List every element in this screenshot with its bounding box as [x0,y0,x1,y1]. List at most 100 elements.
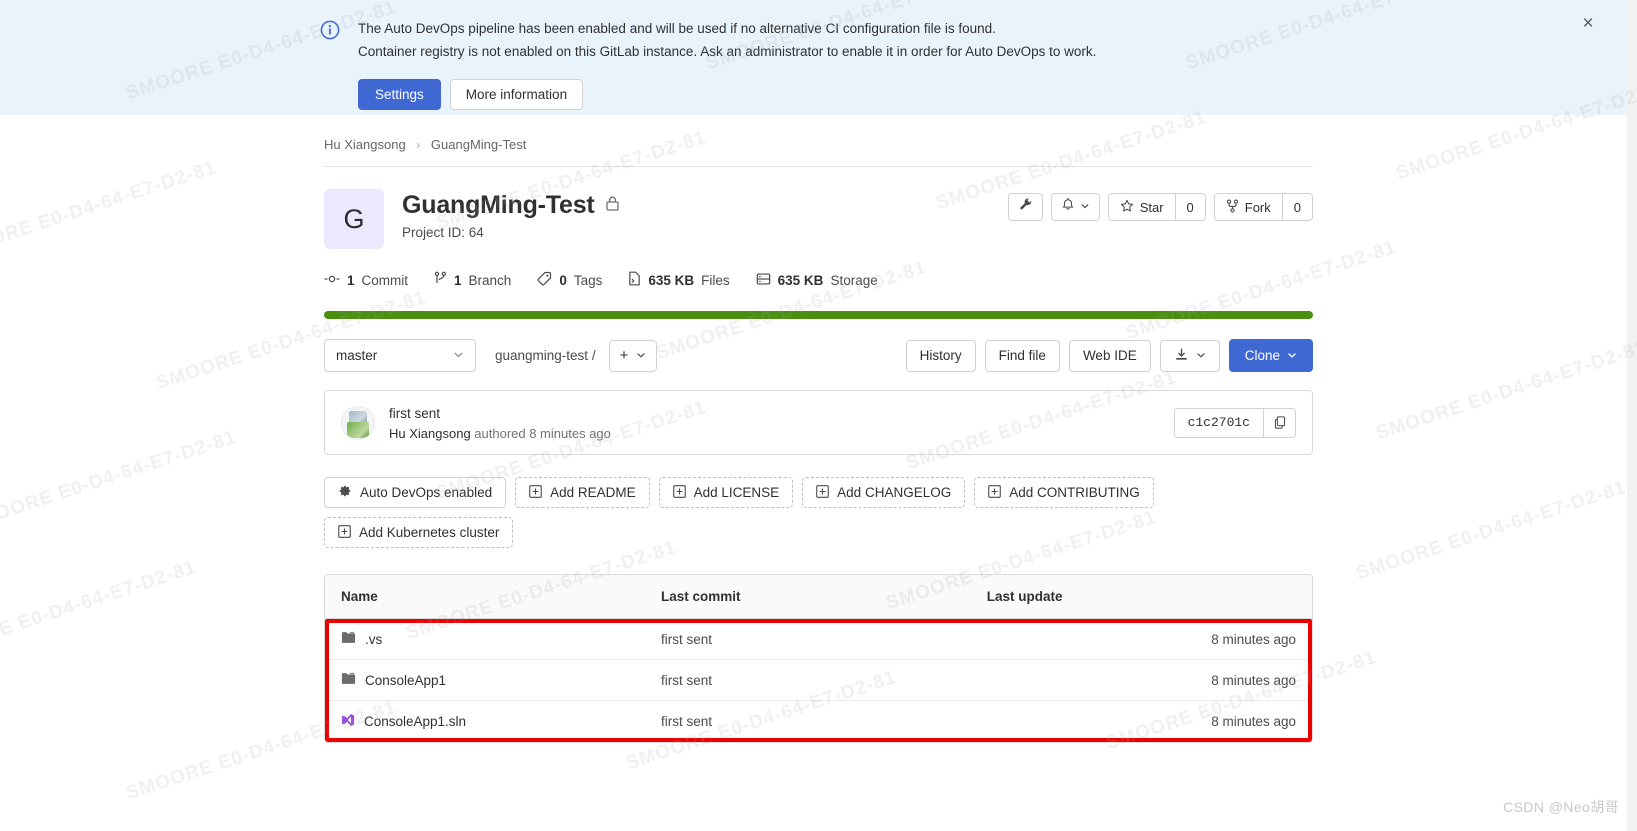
file-last-update: 8 minutes ago [970,659,1312,701]
commit-message[interactable]: first sent [389,404,1174,423]
add-readme-label: Add README [550,485,636,500]
notification-settings-button[interactable] [1050,193,1100,221]
fork-label: Fork [1244,199,1271,215]
more-information-button[interactable]: More information [449,79,584,110]
column-header-last-update: Last update [970,575,1312,619]
column-header-name: Name [325,575,645,619]
file-name-cell[interactable]: ConsoleApp1.sln [325,700,645,742]
add-readme-button[interactable]: Add README [515,477,650,508]
stat-branches-label: Branch [468,272,512,288]
add-changelog-label: Add CHANGELOG [837,485,952,500]
file-last-update: 8 minutes ago [970,618,1312,660]
star-icon [1120,199,1134,216]
table-row[interactable]: .vs first sent 8 minutes ago [325,618,1312,660]
project-settings-button[interactable] [1007,193,1043,221]
lock-icon [605,195,620,217]
project-action-buttons: Star 0 Fork 0 [1007,189,1313,221]
plus-square-icon [816,484,829,501]
commit-timestamp: authored 8 minutes ago [470,426,611,441]
stat-files[interactable]: 635 KB Files [628,271,730,289]
auto-devops-alert: The Auto DevOps pipeline has been enable… [0,0,1637,115]
chevron-down-icon [636,347,646,364]
commit-sha-group: c1c2701c [1173,407,1296,438]
project-header: G GuangMing-Test Project ID: 64 Star 0 F… [324,167,1313,249]
star-button[interactable]: Star [1109,194,1175,220]
language-bar[interactable] [324,311,1313,319]
project-avatar: G [324,189,384,249]
file-icon [628,271,641,289]
branch-selector[interactable]: master [324,339,476,372]
breadcrumb-project[interactable]: GuangMing-Test [431,137,526,152]
add-contributing-button[interactable]: Add CONTRIBUTING [974,477,1154,508]
clone-button[interactable]: Clone [1228,339,1313,372]
breadcrumb: Hu Xiangsong › GuangMing-Test [324,137,1313,167]
folder-icon [341,672,356,688]
plus-square-icon [672,484,686,501]
add-kubernetes-label: Add Kubernetes cluster [359,525,500,540]
stat-commits-value: 1 [347,272,355,288]
close-icon[interactable]: × [1577,14,1599,36]
stat-tags-value: 0 [559,272,567,288]
gear-icon [338,484,352,501]
stat-storage-value: 635 KB [777,272,824,288]
clone-label: Clone [1244,348,1280,363]
repo-path-root[interactable]: guangming-test [495,348,588,363]
stat-tags[interactable]: 0 Tags [537,271,602,289]
column-header-last-commit: Last commit [645,575,971,619]
storage-icon [756,272,771,289]
add-license-label: Add LICENSE [693,485,780,500]
visual-studio-solution-icon [341,713,355,730]
table-row[interactable]: ConsoleApp1 first sent 8 minutes ago [325,659,1312,701]
page-title: GuangMing-Test [402,191,595,219]
file-last-commit[interactable]: first sent [645,618,971,660]
fork-count[interactable]: 0 [1281,194,1312,220]
commit-sha[interactable]: c1c2701c [1174,408,1263,437]
fork-button[interactable]: Fork [1215,194,1282,220]
add-contributing-label: Add CONTRIBUTING [1009,485,1140,500]
file-name-cell[interactable]: .vs [325,618,645,660]
alert-line-1: The Auto DevOps pipeline has been enable… [358,21,996,36]
info-circle-icon [320,20,340,40]
file-last-commit[interactable]: first sent [645,700,971,742]
file-name-cell[interactable]: ConsoleApp1 [325,659,645,701]
file-last-commit[interactable]: first sent [645,659,971,701]
add-license-button[interactable]: Add LICENSE [658,477,794,508]
star-label: Star [1139,199,1164,215]
star-count[interactable]: 0 [1174,194,1205,220]
stat-branches[interactable]: 1 Branch [434,271,511,289]
auto-devops-enabled-button[interactable]: Auto DevOps enabled [324,477,507,508]
stat-storage-label: Storage [830,272,878,288]
fork-icon [1226,199,1239,216]
file-name-label: ConsoleApp1 [365,672,447,688]
chevron-down-icon [1196,348,1206,363]
wrench-icon [1018,197,1033,217]
avatar [341,405,375,440]
table-row[interactable]: ConsoleApp1.sln first sent 8 minutes ago [325,700,1312,742]
file-name-label: ConsoleApp1.sln [364,714,467,729]
repository-quick-actions: Auto DevOps enabled Add README Add LICEN… [324,477,1313,548]
breadcrumb-separator: › [416,138,421,152]
stat-commits-label: Commit [361,272,409,288]
add-kubernetes-cluster-button[interactable]: Add Kubernetes cluster [324,517,514,548]
web-ide-button[interactable]: Web IDE [1068,339,1151,372]
stat-commits[interactable]: 1 Commit [324,272,408,289]
copy-icon[interactable] [1263,408,1295,437]
gitlab-project-page: The Auto DevOps pipeline has been enable… [0,0,1637,831]
add-to-repo-button[interactable]: + [608,339,658,372]
plus-square-icon [529,484,542,501]
stat-tags-label: Tags [573,272,603,288]
find-file-button[interactable]: Find file [984,339,1060,372]
history-button[interactable]: History [905,339,976,372]
download-button[interactable] [1159,339,1220,372]
stat-storage[interactable]: 635 KB Storage [756,272,878,289]
project-stats: 1 Commit 1 Branch 0 Tags 635 KB Files 63… [324,271,1313,289]
file-tree: Name Last commit Last update .vs first s… [324,574,1313,743]
breadcrumb-group[interactable]: Hu Xiangsong [324,137,406,152]
fork-button-group: Fork 0 [1213,193,1313,221]
add-changelog-button[interactable]: Add CHANGELOG [802,477,966,508]
auto-devops-label: Auto DevOps enabled [360,485,493,500]
page-scroll-rail[interactable] [1627,0,1637,831]
settings-button[interactable]: Settings [358,79,441,110]
commit-author[interactable]: Hu Xiangsong [389,426,471,441]
tag-icon [537,271,552,289]
